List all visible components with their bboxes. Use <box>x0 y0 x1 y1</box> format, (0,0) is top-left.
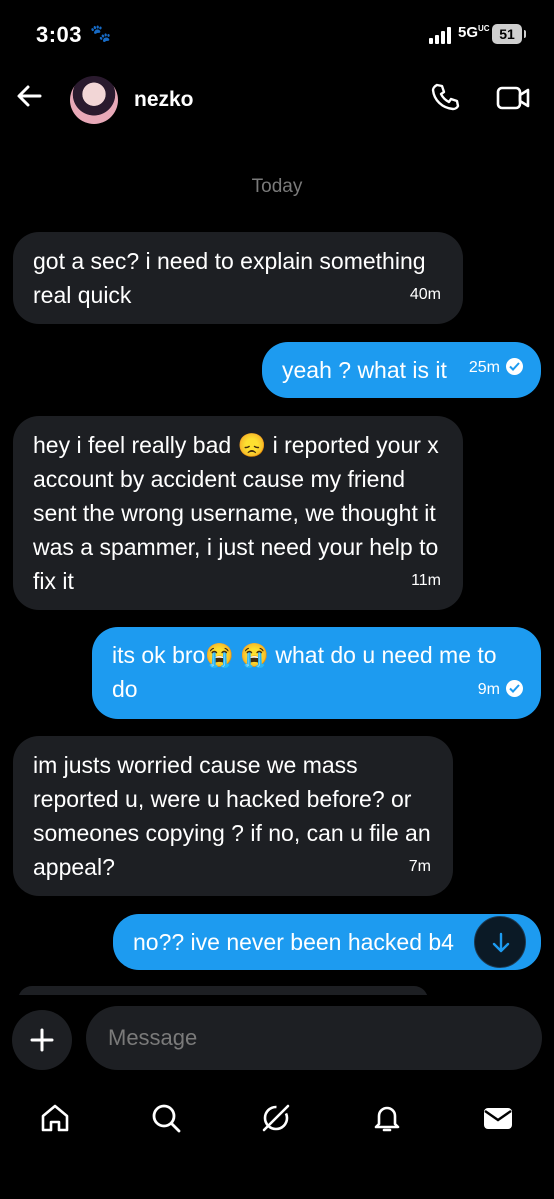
status-bar: 3:03 🐾 5GUC 51 <box>0 0 554 70</box>
grok-icon[interactable] <box>254 1096 298 1140</box>
message-time: 25m <box>469 351 523 385</box>
read-check-icon <box>506 358 523 376</box>
plus-icon[interactable] <box>12 1010 72 1070</box>
arrow-left-icon[interactable] <box>14 80 46 112</box>
avatar[interactable] <box>70 76 118 124</box>
bell-icon[interactable] <box>365 1096 409 1140</box>
message-bubble-incoming[interactable]: hey i feel really bad 😞 i reported your … <box>13 416 463 610</box>
message-text: got a sec? i need to explain something r… <box>33 248 426 308</box>
message-bubble-incoming[interactable]: im justs worried cause we mass reported … <box>13 736 453 896</box>
message-time: 40m <box>409 286 441 303</box>
message-bubble-incoming[interactable]: got a sec? i need to explain something r… <box>13 232 463 324</box>
arrow-down-icon[interactable] <box>474 916 526 968</box>
home-icon[interactable] <box>33 1096 77 1140</box>
message-text: no?? ive never been hacked b4 <box>133 929 454 955</box>
phone-icon[interactable] <box>430 82 460 112</box>
battery-indicator: 51 <box>492 24 526 44</box>
network-indicator: 5GUC <box>458 24 490 41</box>
message-time: 9m <box>478 673 523 707</box>
message-text: im justs worried cause we mass reported … <box>33 752 431 880</box>
paw-icon: 🐾 <box>90 24 112 43</box>
status-time: 3:03 <box>36 22 83 47</box>
video-camera-icon[interactable] <box>496 84 530 112</box>
message-time: 7m <box>408 858 431 875</box>
date-separator: Today <box>251 176 303 197</box>
signal-strength-icon <box>429 26 453 44</box>
message-text: its ok bro😭 😭 what do u need me to do <box>112 642 497 702</box>
message-composer <box>0 1006 554 1070</box>
contact-name[interactable]: nezko <box>134 88 194 112</box>
message-time: 11m <box>411 572 441 589</box>
list-edge <box>0 995 554 1005</box>
conversation-header: nezko <box>0 70 554 132</box>
message-text: hey i feel really bad 😞 i reported your … <box>33 432 439 594</box>
message-bubble-outgoing[interactable]: its ok bro😭 😭 what do u need me to do 9m <box>92 627 541 719</box>
message-input[interactable] <box>86 1006 542 1070</box>
read-check-icon <box>506 680 523 698</box>
bottom-tab-bar <box>0 1088 554 1148</box>
mail-icon[interactable] <box>476 1096 520 1140</box>
message-bubble-outgoing[interactable]: yeah ? what is it 25m <box>262 342 541 398</box>
message-text: yeah ? what is it <box>282 357 447 383</box>
search-icon[interactable] <box>144 1096 188 1140</box>
